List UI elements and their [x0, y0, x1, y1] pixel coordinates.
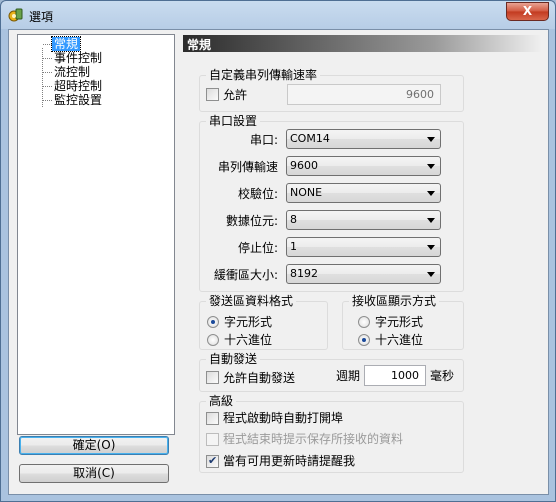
group-title: 高級	[206, 394, 237, 408]
chevron-down-icon	[427, 137, 435, 142]
period-input[interactable]: 1000	[364, 365, 426, 386]
tree-item-label: 常規	[50, 36, 82, 52]
dialog-client: 常規 事件控制 流控制 超時控制 監控設置 確定(O) 取消(C) 常規 自定義…	[8, 29, 549, 495]
tree-connector	[43, 100, 52, 101]
period-label: 週期	[336, 369, 361, 383]
tree-connector	[43, 86, 52, 87]
chevron-down-icon	[427, 245, 435, 250]
allow-auto-send-label: 允許自動發送	[223, 371, 296, 385]
port-label: 串口:	[249, 133, 278, 147]
update-reminder-checkbox[interactable]	[206, 454, 219, 468]
tree-item-label: 事件控制	[54, 51, 103, 65]
tree-item-label: 監控設置	[54, 93, 103, 107]
app-icon	[8, 8, 23, 22]
buffer-size-label: 緩衝區大小:	[213, 268, 278, 282]
group-title: 發送區資料格式	[206, 294, 297, 308]
title-bar[interactable]: 選項 X	[1, 1, 555, 29]
tree-item-flow-control[interactable]: 流控制	[18, 65, 168, 79]
buffer-size-select[interactable]: 8192	[286, 264, 441, 284]
send-char-radio[interactable]	[207, 316, 219, 328]
tree-item-label: 流控制	[54, 65, 91, 79]
allow-auto-send-checkbox[interactable]	[206, 371, 219, 384]
send-hex-radio[interactable]	[207, 334, 219, 346]
parity-label: 校驗位:	[237, 187, 278, 201]
data-bits-label: 數據位元:	[225, 214, 278, 228]
chevron-down-icon	[427, 191, 435, 196]
chevron-down-icon	[427, 218, 435, 223]
receive-char-radio[interactable]	[358, 316, 370, 328]
update-reminder-label: 當有可用更新時請提醒我	[223, 454, 356, 468]
panel-header: 常規	[183, 35, 542, 52]
buffer-size-value: 8192	[290, 267, 318, 280]
options-tree[interactable]: 常規 事件控制 流控制 超時控制 監控設置	[17, 34, 175, 435]
custom-baud-input[interactable]: 9600	[287, 84, 441, 105]
chevron-down-icon	[427, 164, 435, 169]
baud-rate-select[interactable]: 9600	[286, 156, 441, 176]
panel-title: 常規	[187, 38, 212, 52]
tree-item-monitor-settings[interactable]: 監控設置	[18, 93, 168, 107]
stop-bits-label: 停止位:	[237, 241, 278, 255]
tree-connector	[43, 44, 52, 45]
window-title: 選項	[29, 10, 54, 24]
auto-open-port-checkbox[interactable]	[206, 412, 219, 425]
stop-bits-select[interactable]: 1	[286, 237, 441, 257]
group-title: 串口設置	[206, 114, 261, 128]
baud-rate-value: 9600	[290, 159, 318, 172]
port-select[interactable]: COM14	[286, 129, 441, 149]
tree-item-label: 超時控制	[54, 79, 103, 93]
group-title: 接收區顯示方式	[349, 294, 440, 308]
chevron-down-icon	[427, 272, 435, 277]
group-title: 自動發送	[206, 352, 261, 366]
data-bits-select[interactable]: 8	[286, 210, 441, 230]
tree-connector	[43, 58, 52, 59]
close-icon: X	[522, 4, 533, 18]
send-hex-label: 十六進位	[224, 333, 273, 347]
data-bits-value: 8	[290, 213, 297, 226]
prompt-save-data-checkbox[interactable]	[206, 433, 219, 446]
allow-custom-baud-label: 允許	[223, 88, 248, 102]
parity-value: NONE	[290, 186, 323, 199]
receive-hex-radio[interactable]	[358, 334, 370, 346]
tree-item-event-control[interactable]: 事件控制	[18, 51, 168, 65]
tree-connector	[43, 72, 52, 73]
cancel-button[interactable]: 取消(C)	[19, 464, 169, 483]
receive-char-label: 字元形式	[375, 315, 424, 329]
tree-item-general[interactable]: 常規	[18, 36, 168, 52]
close-button[interactable]: X	[506, 2, 549, 21]
prompt-save-data-label: 程式結束時提示保存所接收的資料	[223, 432, 404, 446]
auto-open-port-label: 程式啟動時自動打開埠	[223, 411, 344, 425]
stop-bits-value: 1	[290, 240, 297, 253]
options-dialog: 選項 X 常規 事件控制 流控制 超時控制 監控設置 確定(O) 取消(C) 常…	[0, 0, 556, 502]
send-char-label: 字元形式	[224, 315, 273, 329]
receive-hex-label: 十六進位	[375, 333, 424, 347]
period-unit-label: 毫秒	[430, 369, 455, 383]
port-value: COM14	[290, 132, 330, 145]
baud-rate-label: 串列傳輸速	[217, 160, 278, 174]
group-title: 自定義串列傳輸速率	[206, 68, 321, 82]
ok-button[interactable]: 確定(O)	[19, 436, 169, 455]
allow-custom-baud-checkbox[interactable]	[206, 88, 219, 101]
tree-item-timeout-control[interactable]: 超時控制	[18, 79, 168, 93]
parity-select[interactable]: NONE	[286, 183, 441, 203]
